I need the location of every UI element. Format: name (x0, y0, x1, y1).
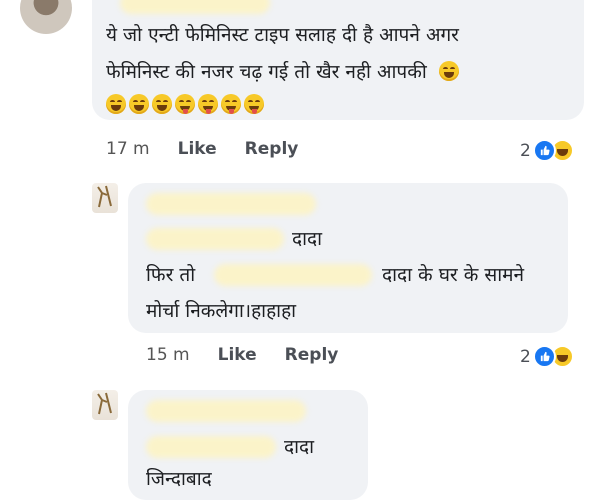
reply-line-2b: दादा के घर के सामने (382, 264, 525, 286)
reply-line-3: मोर्चा निकलेगा।हाहाहा (146, 300, 297, 322)
comment-line-1: ये जो एन्टी फेमिनिस्ट टाइप सलाह दी है आप… (106, 24, 459, 46)
smiling-face-icon (106, 94, 126, 114)
smiling-face-icon (438, 61, 459, 81)
like-button[interactable]: Like (178, 139, 217, 159)
face-with-tongue-icon (198, 94, 218, 114)
redacted-name (146, 193, 316, 215)
comment-meta: 17 m Like Reply (106, 139, 298, 159)
reply-line-1: दादा (284, 436, 315, 458)
comment-line-2-text: फेमिनिस्ट की नजर चढ़ गई तो खैर नही आपकी (106, 61, 427, 83)
reaction-summary[interactable]: 2 (520, 345, 574, 368)
emoji-row (106, 94, 264, 114)
thumbs-up-icon (532, 139, 556, 162)
reply-avatar[interactable] (92, 183, 118, 213)
reply-line-2a: फिर तो (146, 264, 196, 286)
like-button[interactable]: Like (218, 345, 257, 365)
reply-line-1: दादा (292, 228, 323, 250)
reply-avatar[interactable] (92, 390, 118, 420)
redacted-name (120, 0, 270, 14)
redacted-name (146, 400, 306, 422)
reaction-summary[interactable]: 2 (520, 139, 574, 162)
smiling-face-icon (129, 94, 149, 114)
reply-meta: 15 m Like Reply (146, 345, 338, 365)
face-with-tongue-icon (175, 94, 195, 114)
redacted-name (146, 436, 276, 458)
redacted-name (146, 228, 284, 250)
reaction-count: 2 (520, 140, 531, 161)
face-with-tongue-icon (244, 94, 264, 114)
thumbs-up-icon (532, 345, 556, 368)
reply-line-2: जिन्दाबाद (146, 468, 212, 490)
reply-button[interactable]: Reply (245, 139, 299, 159)
reply-button[interactable]: Reply (285, 345, 339, 365)
redacted-name (214, 264, 372, 286)
face-with-tongue-icon (221, 94, 241, 114)
comment-timestamp[interactable]: 17 m (106, 139, 150, 159)
commenter-avatar[interactable] (20, 0, 72, 34)
reply-timestamp[interactable]: 15 m (146, 345, 190, 365)
reaction-count: 2 (520, 346, 531, 367)
comment-line-2: फेमिनिस्ट की नजर चढ़ गई तो खैर नही आपकी (106, 55, 459, 89)
smiling-face-icon (152, 94, 172, 114)
